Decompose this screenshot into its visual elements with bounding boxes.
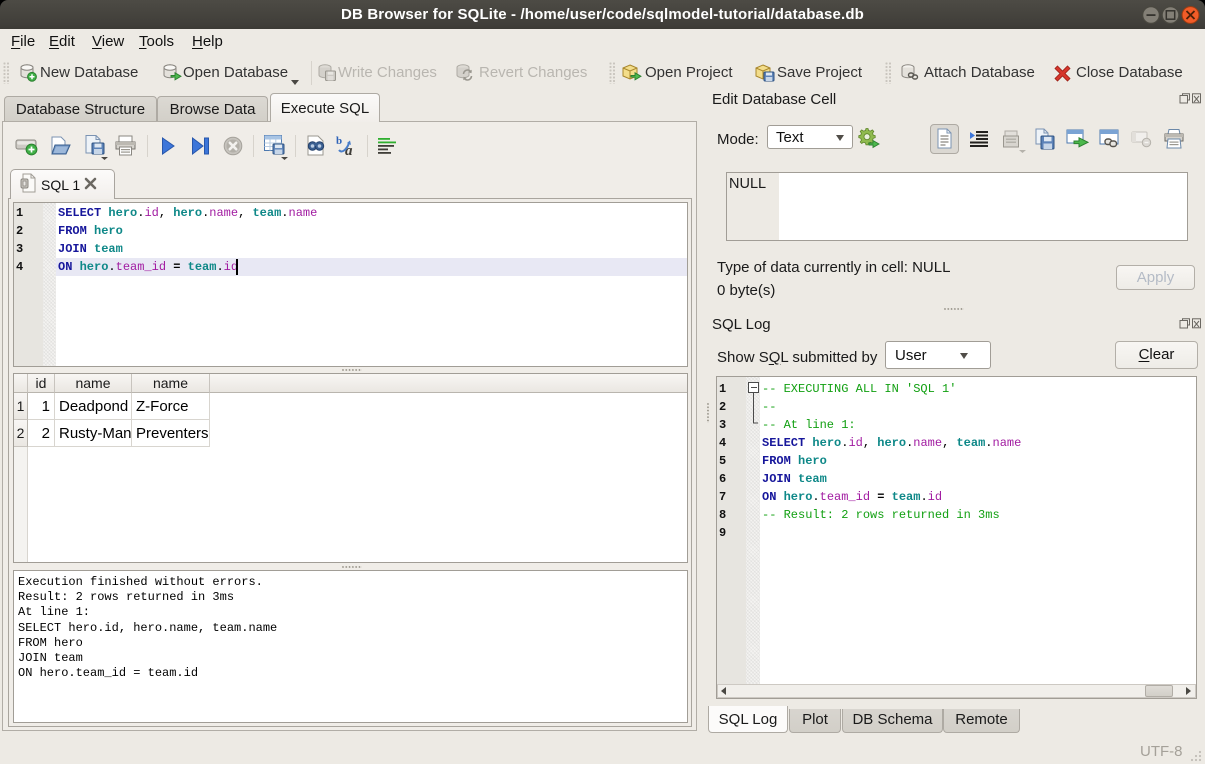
svg-text:b: b (336, 135, 342, 147)
